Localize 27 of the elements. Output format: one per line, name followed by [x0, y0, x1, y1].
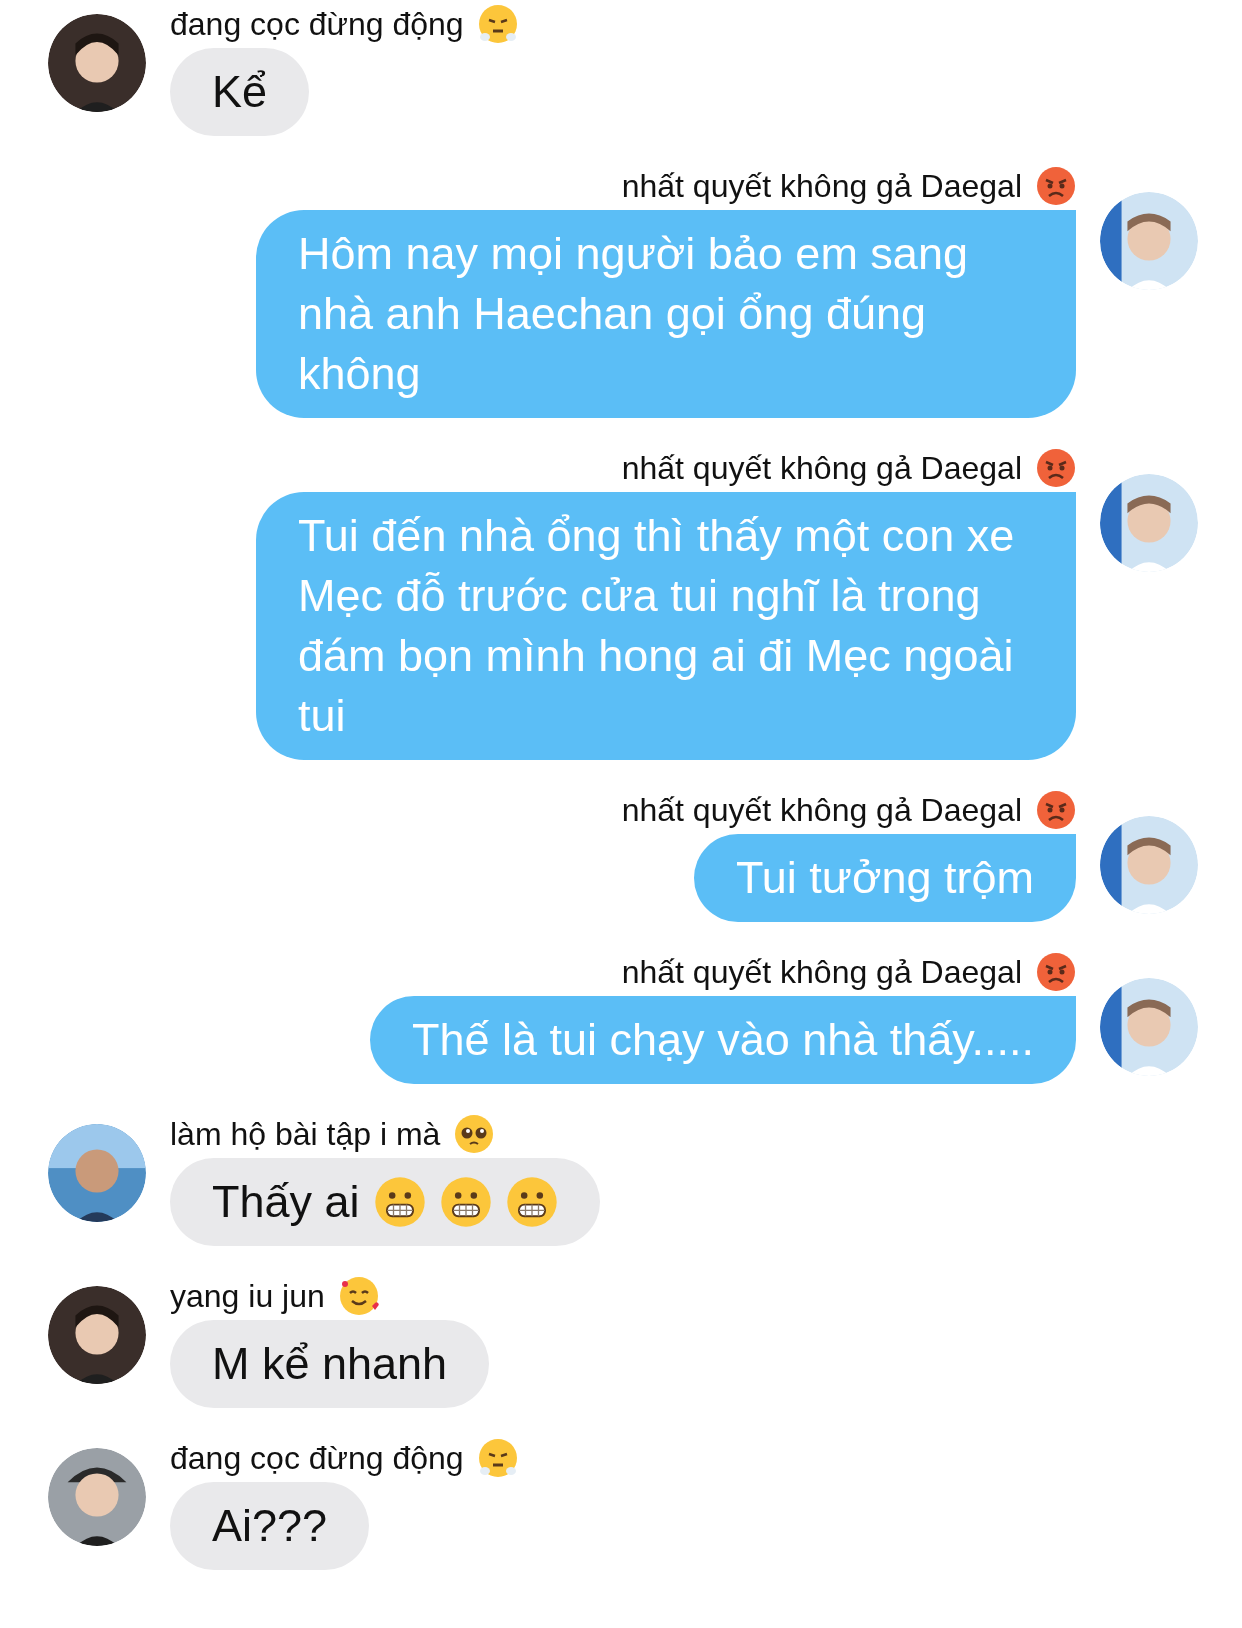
sender-name: nhất quyết không gả Daegal	[621, 953, 1022, 992]
pleading-face-icon	[454, 1114, 495, 1154]
grimacing-face-icon	[373, 1176, 426, 1228]
sender-name: đang cọc đừng động	[170, 1439, 464, 1478]
message-text: Tui tưởng trộm	[735, 851, 1034, 905]
angry-face-icon	[1036, 790, 1076, 830]
huffing-face-icon	[477, 4, 518, 44]
angry-face-icon	[1036, 448, 1076, 488]
sender-name: làm hộ bài tập i mà	[170, 1115, 441, 1154]
message-text: Thế là tui chạy vào nhà thấy.....	[411, 1013, 1034, 1067]
message-text: Hôm nay mọi người bảo em sang nhà anh Haechan gọi ổng đúng không	[298, 227, 969, 401]
grimacing-face-icon	[505, 1176, 558, 1228]
message-text: Kể	[212, 65, 268, 119]
message-text: Ai???	[212, 1499, 328, 1553]
angry-face-icon	[1036, 952, 1076, 992]
message-text: Thấy ai	[212, 1175, 360, 1229]
smiling-face-hearts-icon	[338, 1276, 379, 1316]
message-text: Tui đến nhà ổng thì thấy một con xe Mẹc đỗ trước cửa tui nghĩ là trong đám bọn mình hong ai đi Mẹc ngoài tui	[298, 509, 1016, 743]
message-text: M kể nhanh	[212, 1337, 448, 1391]
sender-name: đang cọc đừng động	[170, 5, 464, 44]
huffing-face-icon	[477, 1438, 518, 1478]
sender-name: nhất quyết không gả Daegal	[621, 449, 1022, 488]
sender-name: nhất quyết không gả Daegal	[621, 791, 1022, 830]
sender-name: nhất quyết không gả Daegal	[621, 167, 1022, 206]
sender-name: yang iu jun	[170, 1277, 325, 1316]
angry-face-icon	[1036, 166, 1076, 206]
grimacing-face-icon	[439, 1176, 492, 1228]
